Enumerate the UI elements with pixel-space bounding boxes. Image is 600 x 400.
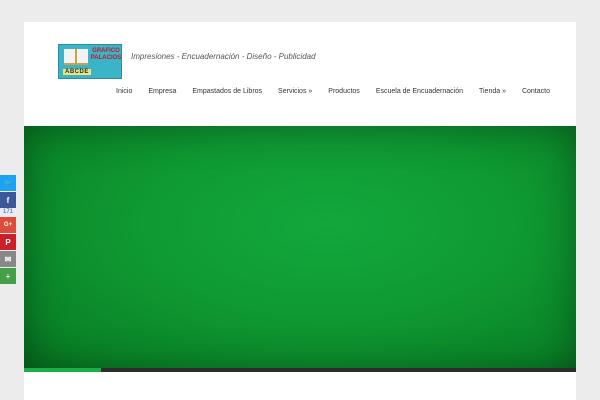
facebook-icon: f <box>6 195 10 205</box>
nav-item-escuela[interactable]: Escuela de Encuadernación <box>368 88 471 95</box>
nav-item-servicios[interactable]: Servicios » <box>270 88 320 95</box>
logo-brand-line1: GRAFICO <box>92 48 120 54</box>
page-container: GRAFICO PALACIOS ABCDE Impresiones - Enc… <box>24 22 576 400</box>
logo-letters: ABCDE <box>63 69 91 75</box>
google-plus-share-button[interactable]: G+ <box>0 217 16 233</box>
nav-item-empresa[interactable]: Empresa <box>140 88 184 95</box>
hero-slider[interactable] <box>24 126 576 372</box>
slider-progress-track <box>24 368 576 372</box>
nav-item-productos[interactable]: Productos <box>320 88 368 95</box>
more-icon: + <box>5 271 11 281</box>
facebook-share-button[interactable]: f <box>0 192 16 208</box>
site-tagline: Impresiones - Encuadernación - Diseño - … <box>131 52 316 61</box>
nav-item-tienda[interactable]: Tienda » <box>471 88 514 95</box>
nav-item-contacto[interactable]: Contacto <box>514 88 558 95</box>
more-share-button[interactable]: + <box>0 268 16 284</box>
nav-item-inicio[interactable]: Inicio <box>108 88 140 95</box>
email-share-button[interactable]: ✉ <box>0 251 16 267</box>
book-icon <box>64 49 88 65</box>
logo-brand-text: GRAFICO PALACIOS <box>90 48 122 62</box>
pinterest-icon: P <box>5 237 11 247</box>
google-plus-icon: G+ <box>3 222 13 228</box>
twitter-icon: 🐦 <box>3 180 13 187</box>
main-navigation: Inicio Empresa Empastados de Libros Serv… <box>108 88 558 95</box>
logo-brand-line2: PALACIOS <box>90 55 122 61</box>
hero-vignette <box>24 126 576 372</box>
site-logo[interactable]: GRAFICO PALACIOS ABCDE <box>58 44 122 79</box>
social-share-bar: 🐦 f 171 G+ P ✉ + <box>0 175 16 285</box>
email-icon: ✉ <box>4 254 12 264</box>
nav-item-empastados[interactable]: Empastados de Libros <box>184 88 270 95</box>
site-header: GRAFICO PALACIOS ABCDE Impresiones - Enc… <box>24 22 576 126</box>
twitter-share-button[interactable]: 🐦 <box>0 175 16 191</box>
pinterest-share-button[interactable]: P <box>0 234 16 250</box>
slider-progress-fill <box>24 368 102 372</box>
facebook-share-group: f 171 <box>0 192 16 216</box>
facebook-share-count: 171 <box>0 208 16 216</box>
